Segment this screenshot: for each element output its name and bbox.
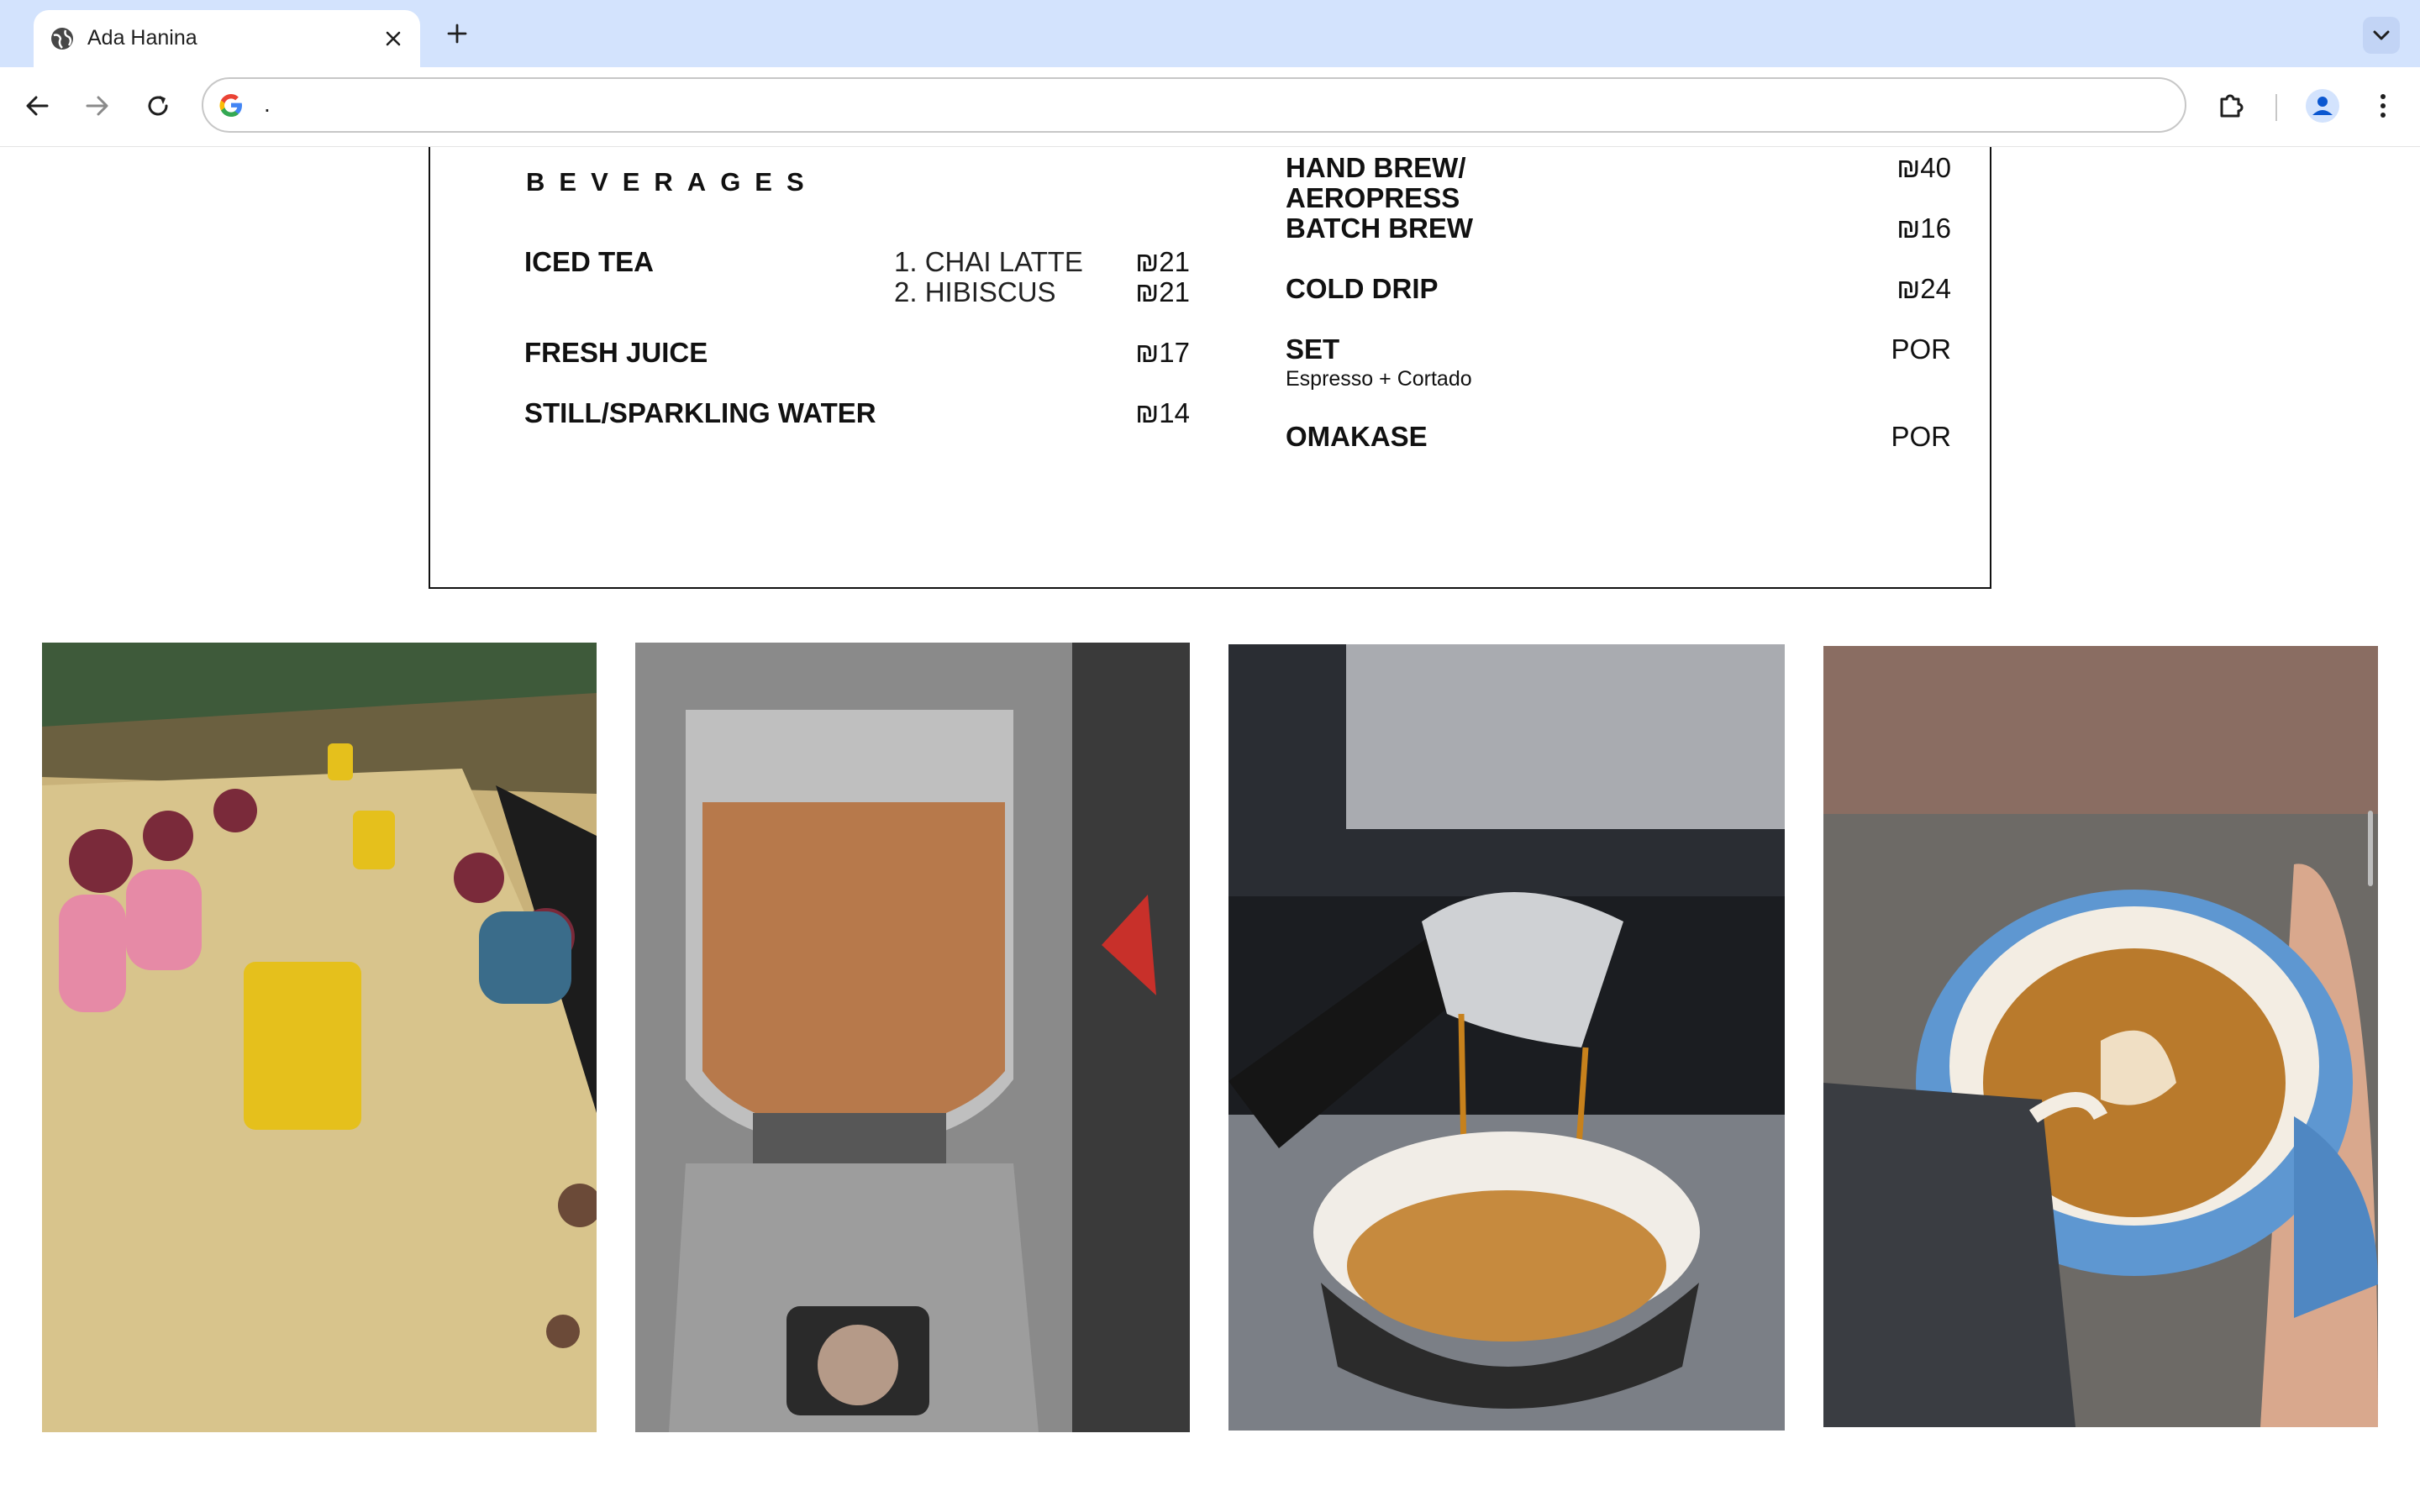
menu-item-price: ₪14	[1135, 397, 1190, 428]
menu-variant-label: 1. CHAI LATTE	[894, 246, 1083, 277]
page-viewport: BEVERAGES ICED TEA 1. CHAI LATTE ₪21 2. …	[0, 147, 2420, 1512]
new-tab-icon[interactable]	[440, 17, 474, 50]
tab-search-button[interactable]	[2363, 17, 2400, 54]
menu-variant-label: 2. HIBISCUS	[894, 276, 1056, 307]
tab-title: Ada Hanina	[87, 26, 197, 50]
menu-item-name: FRESH JUICE	[524, 337, 708, 368]
menu-item-name: OMAKASE	[1286, 421, 1428, 452]
tab-strip: Ada Hanina	[0, 0, 2420, 67]
espresso-extraction-photo	[1228, 644, 1785, 1431]
menu-item-price: ₪17	[1135, 337, 1190, 368]
menu-variant-price: ₪21	[1135, 276, 1190, 307]
extensions-icon[interactable]	[2212, 86, 2252, 126]
chevron-down-icon	[2373, 30, 2390, 40]
menu-item-name: COLD DRIP	[1286, 273, 1439, 304]
globe-icon	[51, 28, 73, 50]
profile-avatar-icon[interactable]	[2302, 86, 2343, 126]
browser-tab[interactable]: Ada Hanina	[34, 10, 420, 67]
beverages-menu-card: BEVERAGES ICED TEA 1. CHAI LATTE ₪21 2. …	[429, 147, 1991, 589]
menu-item-name: SET	[1286, 333, 1340, 365]
browser-toolbar: .	[0, 67, 2420, 147]
latte-art-pour-photo	[1823, 646, 2378, 1427]
menu-item-price: POR	[1891, 333, 1951, 365]
menu-item-name: STILL/SPARKLING WATER	[524, 397, 876, 428]
section-title: BEVERAGES	[526, 167, 818, 197]
coffee-grinder-photo	[635, 643, 1190, 1432]
menu-item-price: ₪16	[1897, 213, 1951, 244]
menu-item-price: ₪24	[1897, 273, 1951, 304]
menu-item-name: ICED TEA	[524, 246, 655, 277]
forward-arrow-icon[interactable]	[79, 87, 116, 124]
reload-icon[interactable]	[139, 87, 176, 124]
toolbar-divider	[2275, 94, 2277, 121]
more-menu-icon[interactable]	[2363, 86, 2403, 126]
close-tab-icon[interactable]	[380, 25, 407, 52]
menu-item-price: ₪40	[1897, 152, 1951, 183]
menu-variant-price: ₪21	[1135, 246, 1190, 277]
menu-item-price: POR	[1891, 421, 1951, 452]
address-text: .	[264, 91, 271, 117]
back-arrow-icon[interactable]	[18, 87, 55, 124]
menu-item-name: HAND BREW/	[1286, 152, 1466, 183]
menu-item-subtitle: Espresso + Cortado	[1286, 367, 1472, 391]
menu-item-name: BATCH BREW	[1286, 213, 1474, 244]
scrollbar-thumb[interactable]	[2368, 811, 2373, 886]
address-bar[interactable]: .	[202, 77, 2186, 133]
menu-item-name: AEROPRESS	[1286, 182, 1460, 213]
google-icon	[219, 94, 242, 117]
coffee-farm-workers-photo	[42, 643, 597, 1432]
